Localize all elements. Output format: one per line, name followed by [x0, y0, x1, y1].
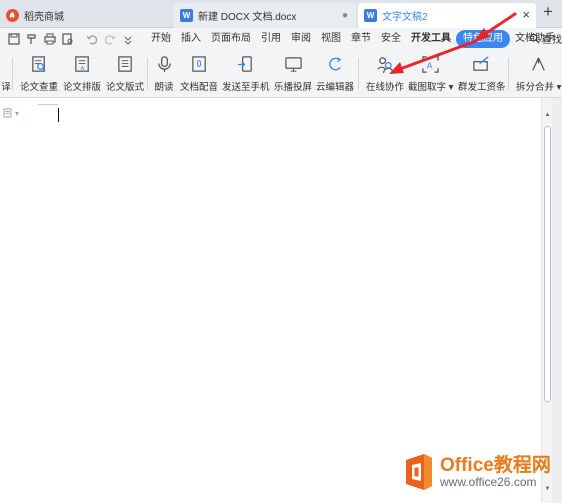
- customize-toolbar-icon[interactable]: [120, 32, 135, 47]
- menu-special-apps[interactable]: 特色应用: [456, 30, 510, 48]
- new-tab-button[interactable]: +: [543, 2, 553, 22]
- svg-text:A: A: [80, 66, 84, 72]
- search-label: 查找: [542, 35, 562, 46]
- text-cursor: [58, 108, 59, 122]
- scroll-up-icon[interactable]: ▲: [543, 112, 552, 122]
- doc-audio-icon: [189, 54, 209, 74]
- screen-cast-button[interactable]: 乐播投屏: [274, 54, 312, 93]
- format-painter-icon[interactable]: [24, 32, 39, 47]
- translate-icon: [0, 54, 16, 74]
- payroll-send-button[interactable]: 群发工资条: [458, 54, 506, 93]
- paper-layout-icon: A: [72, 54, 92, 74]
- screenshot-ocr-button[interactable]: A 截图取字 ▾: [408, 54, 453, 93]
- main-menu: 开始 插入 页面布局 引用 审阅 视图 章节 安全 开发工具 特色应用 文档助手: [146, 30, 560, 48]
- right-panel-edge: [552, 98, 562, 503]
- tab-bar: 稻壳商城 W 新建 DOCX 文档.docx ● W 文字文稿2 × +: [0, 0, 562, 28]
- doc-dubbing-button[interactable]: 文档配音: [180, 54, 218, 93]
- unsaved-dot-icon: ●: [341, 10, 348, 21]
- paper-layout-button[interactable]: A 论文排版: [63, 54, 101, 93]
- watermark-title: Office教程网: [440, 454, 551, 476]
- tab-label: 稻壳商城: [24, 12, 64, 23]
- writer-doc-icon: W: [180, 9, 193, 22]
- collaboration-icon: [375, 54, 395, 74]
- paper-check-button[interactable]: 论文查重: [20, 54, 58, 93]
- microphone-icon: [154, 54, 174, 74]
- scrollbar-thumb[interactable]: [544, 126, 551, 402]
- office-logo-icon: [402, 452, 436, 492]
- redo-icon[interactable]: [102, 32, 117, 47]
- menu-references[interactable]: 引用: [256, 30, 286, 48]
- tab-new-docx[interactable]: W 新建 DOCX 文档.docx ●: [174, 3, 356, 28]
- paragraph-layout-icon: [3, 108, 12, 118]
- document-canvas[interactable]: ▾: [0, 98, 541, 503]
- menu-developer[interactable]: 开发工具: [406, 30, 456, 48]
- watermark-url: www.office26.com: [440, 474, 537, 489]
- paper-format-icon: [115, 54, 135, 74]
- close-tab-icon[interactable]: ×: [522, 7, 530, 22]
- cloud-editor-button[interactable]: 云编辑器: [316, 54, 354, 93]
- tab-label: 新建 DOCX 文档.docx: [198, 12, 297, 23]
- translate-button[interactable]: 译: [0, 54, 16, 93]
- svg-text:A: A: [427, 60, 433, 70]
- print-icon[interactable]: [42, 32, 57, 47]
- online-collab-button[interactable]: 在线协作: [366, 54, 404, 93]
- page-margin-marker: [38, 104, 58, 105]
- split-merge-icon: [529, 54, 549, 74]
- dropdown-caret-icon: ▾: [15, 108, 20, 118]
- menu-bar: 开始 插入 页面布局 引用 审阅 视图 章节 安全 开发工具 特色应用 文档助手…: [0, 28, 562, 50]
- site-watermark: Office教程网 www.office26.com: [402, 452, 551, 492]
- screenshot-ocr-icon: A: [421, 54, 441, 74]
- send-to-phone-button[interactable]: 发送至手机: [222, 54, 270, 93]
- save-icon[interactable]: [6, 32, 21, 47]
- undo-icon[interactable]: [84, 32, 99, 47]
- menu-review[interactable]: 审阅: [286, 30, 316, 48]
- tab-daoke-store[interactable]: 稻壳商城: [0, 3, 170, 28]
- tab-label: 文字文稿2: [382, 12, 428, 23]
- menu-sections[interactable]: 章节: [346, 30, 376, 48]
- print-preview-icon[interactable]: [60, 32, 75, 47]
- writer-doc-icon: W: [364, 9, 377, 22]
- vertical-scrollbar[interactable]: ▲ ▼: [541, 98, 552, 503]
- ribbon-toolbar: 译 论文查重 A 论文排版 论文版式 朗读 文档配音 发送至手机 乐播投屏 云编…: [0, 50, 562, 98]
- split-merge-button[interactable]: 拆分合并 ▾: [516, 54, 561, 93]
- menu-insert[interactable]: 插入: [176, 30, 206, 48]
- payroll-icon: [472, 54, 492, 74]
- cloud-editor-icon: [325, 54, 345, 74]
- read-aloud-button[interactable]: 朗读: [154, 54, 174, 93]
- menu-search[interactable]: 查找: [529, 31, 562, 46]
- menu-security[interactable]: 安全: [376, 30, 406, 48]
- paper-format-button[interactable]: 论文版式: [106, 54, 144, 93]
- paper-check-icon: [29, 54, 49, 74]
- tab-text-doc-2[interactable]: W 文字文稿2 ×: [358, 3, 536, 28]
- search-icon: [529, 33, 540, 44]
- menu-view[interactable]: 视图: [316, 30, 346, 48]
- screen-cast-icon: [283, 54, 303, 74]
- quick-access-toolbar: [0, 32, 138, 47]
- send-phone-icon: [236, 54, 256, 74]
- menu-page-layout[interactable]: 页面布局: [206, 30, 256, 48]
- daoke-logo-icon: [6, 9, 19, 22]
- menu-home[interactable]: 开始: [146, 30, 176, 48]
- paragraph-options[interactable]: ▾: [3, 108, 19, 118]
